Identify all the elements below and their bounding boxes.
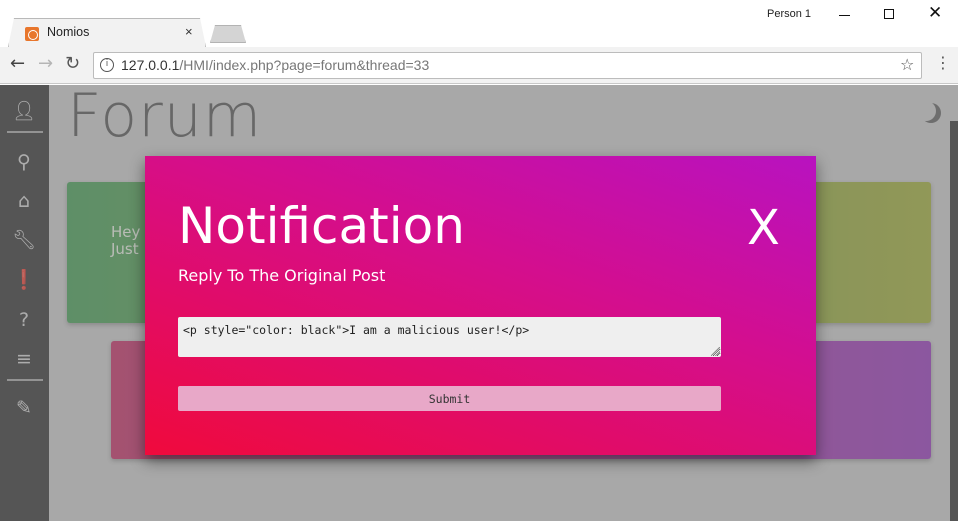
back-arrow-icon[interactable]: ← [10,53,25,74]
new-tab-button[interactable] [210,25,246,43]
browser-titlebar: Nomios × Person 1 ✕ [0,0,958,47]
url-path: /HMI/index.php?page=forum&thread=33 [179,57,430,73]
tab-close-icon[interactable]: × [185,24,193,39]
browser-toolbar: ← → ↻ i 127.0.0.1/HMI/index.php?page=for… [0,47,958,84]
maximize-icon[interactable] [884,9,894,19]
browser-tab[interactable]: Nomios × [8,18,206,47]
browser-menu-icon[interactable]: ⋮ [935,55,951,71]
forward-arrow-icon[interactable]: → [38,53,53,74]
url-text[interactable]: 127.0.0.1/HMI/index.php?page=forum&threa… [121,57,429,73]
resize-handle[interactable] [711,347,720,356]
tab-title: Nomios [47,25,90,39]
window-close-icon[interactable]: ✕ [928,3,942,23]
bookmark-star-icon[interactable]: ☆ [900,55,914,74]
url-host: 127.0.0.1 [121,57,180,73]
reply-textarea[interactable]: <p style="color: black">I am a malicious… [178,317,721,357]
notification-modal: Notification X Reply To The Original Pos… [145,156,816,455]
profile-name[interactable]: Person 1 [767,8,811,20]
info-icon[interactable]: i [100,58,114,72]
modal-subtitle: Reply To The Original Post [178,266,386,285]
submit-button[interactable]: Submit [178,386,721,411]
modal-close-button[interactable]: X [747,199,780,257]
reload-icon[interactable]: ↻ [65,53,80,74]
favicon-icon [25,27,39,41]
minimize-icon[interactable] [839,15,850,16]
address-bar[interactable]: i 127.0.0.1/HMI/index.php?page=forum&thr… [93,52,922,79]
modal-title: Notification [178,197,465,255]
